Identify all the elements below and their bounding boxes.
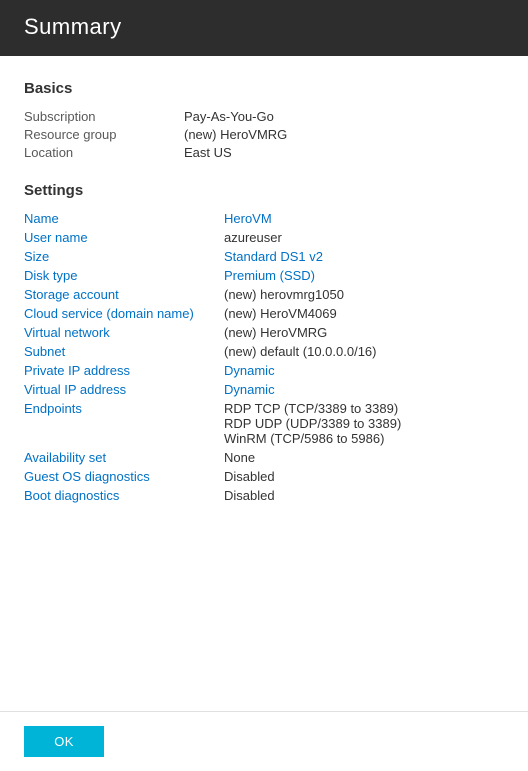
page-header: Summary <box>0 0 528 56</box>
basics-value-location: East US <box>184 145 232 160</box>
endpoint-winrm: WinRM (TCP/5986 to 5986) <box>224 431 401 446</box>
settings-row-disk-type: Disk type Premium (SSD) <box>24 268 504 283</box>
settings-row-boot-diagnostics: Boot diagnostics Disabled <box>24 488 504 503</box>
settings-row-private-ip: Private IP address Dynamic <box>24 363 504 378</box>
settings-value-username: azureuser <box>224 230 282 245</box>
basics-row-subscription: Subscription Pay-As-You-Go <box>24 109 504 124</box>
settings-value-availability-set: None <box>224 450 255 465</box>
settings-label-availability-set: Availability set <box>24 450 224 465</box>
basics-label-resource-group: Resource group <box>24 127 184 142</box>
basics-row-resource-group: Resource group (new) HeroVMRG <box>24 127 504 142</box>
basics-value-resource-group: (new) HeroVMRG <box>184 127 287 142</box>
settings-section: Settings Name HeroVM User name azureuser… <box>24 182 504 503</box>
settings-label-username: User name <box>24 230 224 245</box>
page-title: Summary <box>24 14 122 39</box>
basics-label-location: Location <box>24 145 184 160</box>
settings-label-endpoints: Endpoints <box>24 401 224 416</box>
settings-label-storage-account: Storage account <box>24 287 224 302</box>
endpoint-rdp-tcp: RDP TCP (TCP/3389 to 3389) <box>224 401 401 416</box>
settings-row-cloud-service: Cloud service (domain name) (new) HeroVM… <box>24 306 504 321</box>
settings-row-virtual-network: Virtual network (new) HeroVMRG <box>24 325 504 340</box>
settings-label-boot-diagnostics: Boot diagnostics <box>24 488 224 503</box>
settings-row-storage-account: Storage account (new) herovmrg1050 <box>24 287 504 302</box>
settings-value-cloud-service: (new) HeroVM4069 <box>224 306 337 321</box>
ok-button[interactable]: OK <box>24 726 104 757</box>
settings-value-subnet: (new) default (10.0.0.0/16) <box>224 344 376 359</box>
settings-value-virtual-ip: Dynamic <box>224 382 275 397</box>
endpoint-rdp-udp: RDP UDP (UDP/3389 to 3389) <box>224 416 401 431</box>
settings-label-private-ip: Private IP address <box>24 363 224 378</box>
settings-label-disk-type: Disk type <box>24 268 224 283</box>
settings-value-private-ip: Dynamic <box>224 363 275 378</box>
settings-row-name: Name HeroVM <box>24 211 504 226</box>
settings-label-size: Size <box>24 249 224 264</box>
settings-row-subnet: Subnet (new) default (10.0.0.0/16) <box>24 344 504 359</box>
settings-value-size: Standard DS1 v2 <box>224 249 323 264</box>
settings-label-guest-diagnostics: Guest OS diagnostics <box>24 469 224 484</box>
settings-value-endpoints: RDP TCP (TCP/3389 to 3389) RDP UDP (UDP/… <box>224 401 401 446</box>
settings-value-disk-type: Premium (SSD) <box>224 268 315 283</box>
settings-value-storage-account: (new) herovmrg1050 <box>224 287 344 302</box>
settings-label-subnet: Subnet <box>24 344 224 359</box>
basics-section-title: Basics <box>24 80 504 97</box>
settings-row-virtual-ip: Virtual IP address Dynamic <box>24 382 504 397</box>
settings-row-username: User name azureuser <box>24 230 504 245</box>
settings-value-guest-diagnostics: Disabled <box>224 469 275 484</box>
settings-row-endpoints: Endpoints RDP TCP (TCP/3389 to 3389) RDP… <box>24 401 504 446</box>
settings-value-boot-diagnostics: Disabled <box>224 488 275 503</box>
basics-value-subscription: Pay-As-You-Go <box>184 109 274 124</box>
settings-row-availability-set: Availability set None <box>24 450 504 465</box>
basics-section: Basics Subscription Pay-As-You-Go Resour… <box>24 80 504 160</box>
settings-label-virtual-ip: Virtual IP address <box>24 382 224 397</box>
settings-row-guest-diagnostics: Guest OS diagnostics Disabled <box>24 469 504 484</box>
settings-label-name: Name <box>24 211 224 226</box>
settings-label-virtual-network: Virtual network <box>24 325 224 340</box>
settings-value-virtual-network: (new) HeroVMRG <box>224 325 327 340</box>
settings-label-cloud-service: Cloud service (domain name) <box>24 306 224 321</box>
settings-row-size: Size Standard DS1 v2 <box>24 249 504 264</box>
basics-row-location: Location East US <box>24 145 504 160</box>
content-area: Basics Subscription Pay-As-You-Go Resour… <box>0 56 528 711</box>
basics-label-subscription: Subscription <box>24 109 184 124</box>
settings-value-name: HeroVM <box>224 211 272 226</box>
settings-section-title: Settings <box>24 182 504 199</box>
page-footer: OK <box>0 711 528 771</box>
